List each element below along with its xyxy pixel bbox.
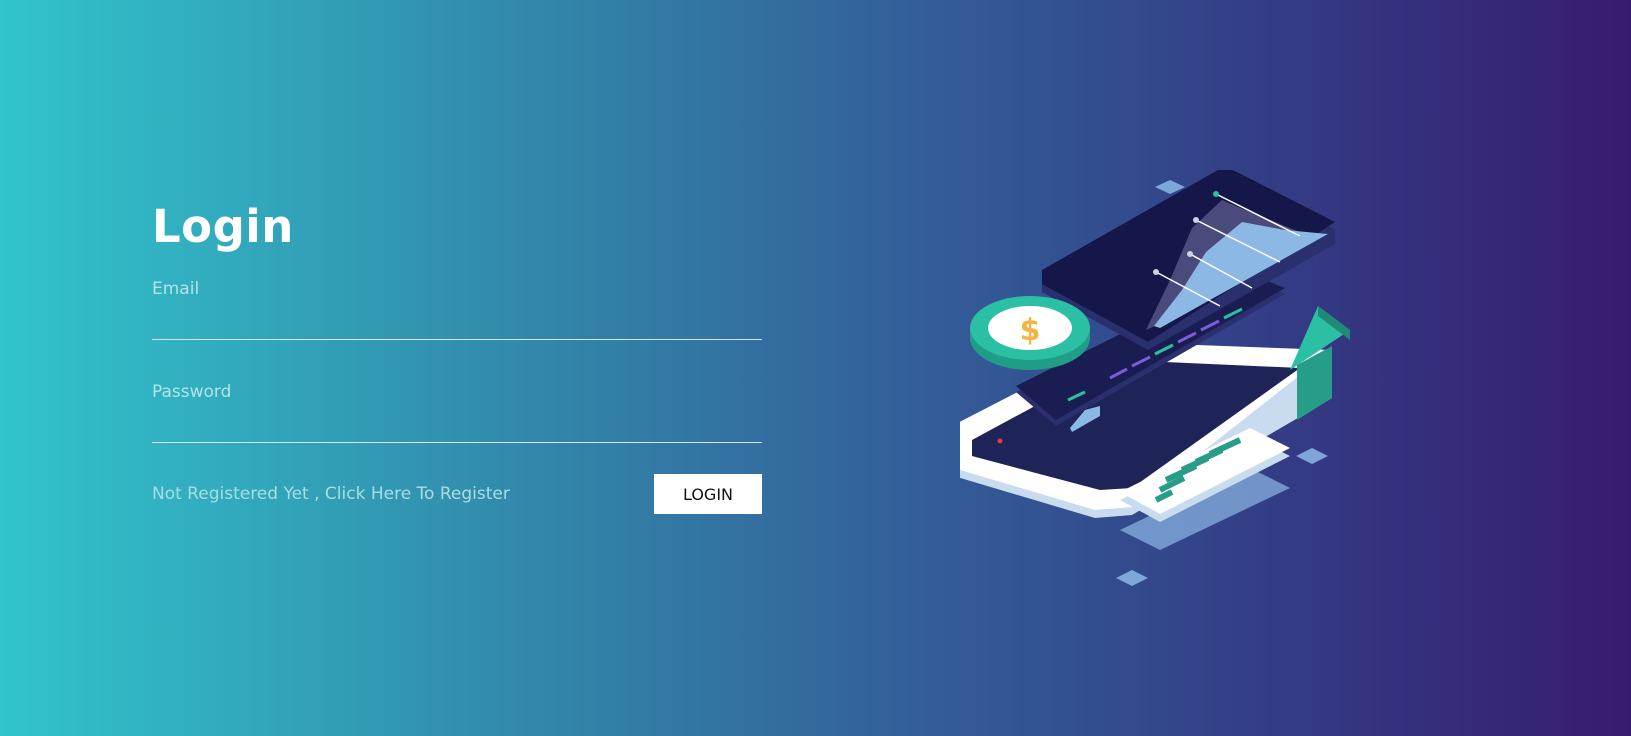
login-button[interactable]: LOGIN — [654, 474, 762, 514]
finance-illustration: $ — [960, 170, 1350, 586]
up-arrow-icon — [1290, 306, 1350, 420]
email-label: Email — [152, 279, 200, 299]
coin-icon: $ — [970, 296, 1090, 370]
form-actions: Not Registered Yet , Click Here To Regis… — [152, 474, 762, 514]
coin-symbol: $ — [1020, 313, 1041, 348]
floating-tile — [1296, 448, 1328, 464]
password-field[interactable] — [152, 403, 762, 443]
login-form: Login Email Password Not Registered Yet … — [152, 196, 762, 514]
password-label: Password — [152, 382, 232, 402]
page-title: Login — [152, 200, 294, 253]
email-field[interactable] — [152, 300, 762, 340]
register-link[interactable]: Not Registered Yet , Click Here To Regis… — [152, 484, 510, 504]
floating-tile — [1116, 570, 1148, 586]
